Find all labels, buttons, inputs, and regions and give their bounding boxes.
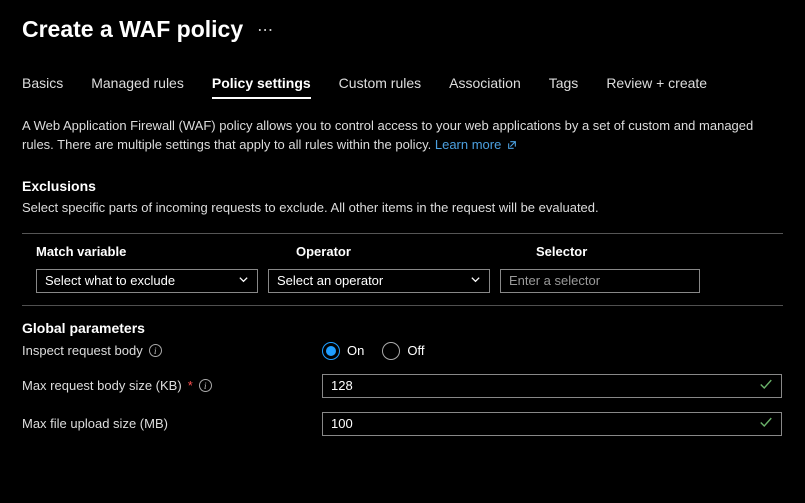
chevron-down-icon — [470, 273, 481, 288]
max-upload-size-input[interactable]: 100 — [322, 412, 782, 436]
validated-check-icon — [759, 416, 773, 431]
tab-custom-rules[interactable]: Custom rules — [339, 71, 421, 99]
operator-select[interactable]: Select an operator — [268, 269, 490, 293]
radio-off-label: Off — [407, 343, 424, 358]
inspect-body-label: Inspect request body — [22, 343, 143, 358]
learn-more-label: Learn more — [435, 137, 501, 152]
tab-basics[interactable]: Basics — [22, 71, 63, 99]
tab-tags[interactable]: Tags — [549, 71, 579, 99]
max-upload-value: 100 — [331, 416, 353, 431]
tab-policy-settings[interactable]: Policy settings — [212, 71, 311, 99]
policy-description: A Web Application Firewall (WAF) policy … — [22, 117, 782, 156]
tab-list: Basics Managed rules Policy settings Cus… — [22, 71, 783, 99]
max-body-value: 128 — [331, 378, 353, 393]
column-header-operator: Operator — [296, 244, 536, 259]
exclusions-subtitle: Select specific parts of incoming reques… — [22, 200, 783, 215]
exclusion-row: Select what to exclude Select an operato… — [22, 269, 783, 293]
column-header-match-variable: Match variable — [36, 244, 296, 259]
learn-more-link[interactable]: Learn more — [435, 137, 517, 152]
tab-review-create[interactable]: Review + create — [606, 71, 707, 99]
match-variable-select[interactable]: Select what to exclude — [36, 269, 258, 293]
selector-input[interactable] — [500, 269, 700, 293]
tab-managed-rules[interactable]: Managed rules — [91, 71, 184, 99]
max-body-label: Max request body size (KB) — [22, 378, 182, 393]
max-upload-label: Max file upload size (MB) — [22, 416, 168, 431]
operator-placeholder: Select an operator — [277, 273, 383, 288]
match-variable-placeholder: Select what to exclude — [45, 273, 175, 288]
inspect-body-off-radio[interactable]: Off — [382, 342, 424, 360]
inspect-body-on-radio[interactable]: On — [322, 342, 364, 360]
more-actions-button[interactable]: ⋯ — [257, 20, 274, 40]
exclusions-title: Exclusions — [22, 178, 783, 194]
external-link-icon — [507, 137, 517, 156]
info-icon[interactable]: i — [149, 344, 162, 357]
global-parameters-title: Global parameters — [22, 320, 783, 336]
max-body-size-input[interactable]: 128 — [322, 374, 782, 398]
validated-check-icon — [759, 378, 773, 393]
inspect-body-radio-group: On Off — [322, 342, 424, 360]
column-header-selector: Selector — [536, 244, 783, 259]
required-indicator: * — [188, 378, 193, 393]
tab-association[interactable]: Association — [449, 71, 521, 99]
page-title: Create a WAF policy — [22, 16, 243, 43]
exclusions-table: Match variable Operator Selector Select … — [22, 233, 783, 306]
info-icon[interactable]: i — [199, 379, 212, 392]
description-text: A Web Application Firewall (WAF) policy … — [22, 118, 753, 152]
radio-on-label: On — [347, 343, 364, 358]
chevron-down-icon — [238, 273, 249, 288]
